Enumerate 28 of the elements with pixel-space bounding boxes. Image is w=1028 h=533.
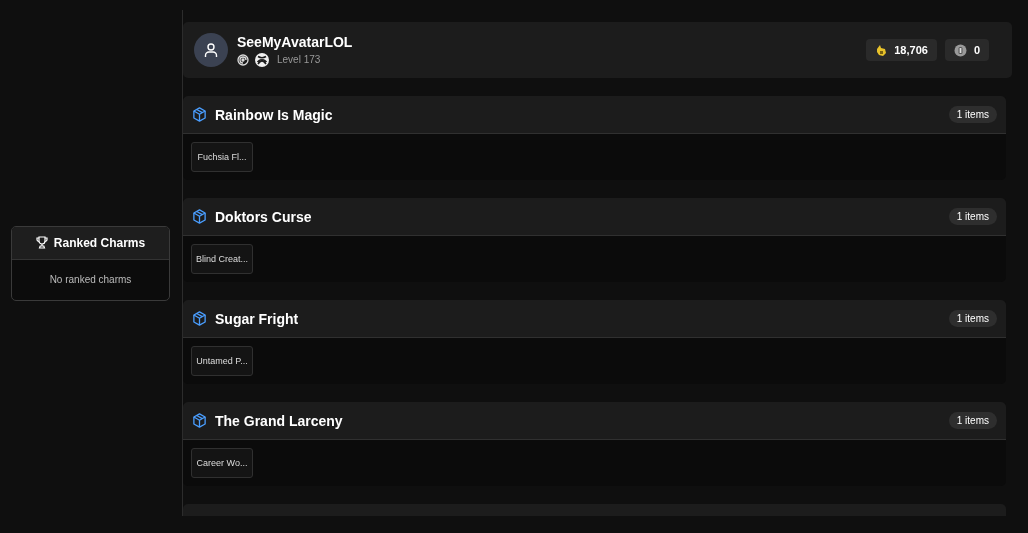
hand-icon bbox=[875, 43, 888, 57]
collection-title: Sugar Fright bbox=[215, 310, 299, 327]
trophy-icon bbox=[35, 236, 48, 249]
charm-item[interactable]: Blind Creat... bbox=[191, 244, 253, 274]
panel-title: Ranked Charms bbox=[53, 235, 146, 250]
cube-icon bbox=[192, 311, 207, 326]
cube-icon bbox=[192, 413, 207, 428]
item-count: 1 items bbox=[948, 106, 997, 123]
collection-title: Doktors Curse bbox=[215, 208, 312, 225]
collection-title: Rainbow Is Magic bbox=[215, 106, 333, 123]
charm-item[interactable]: Untamed P... bbox=[191, 346, 253, 376]
charm-item[interactable]: Fuchsia Fl... bbox=[191, 142, 253, 172]
coin-icon bbox=[953, 43, 967, 57]
swirl-icon bbox=[237, 53, 249, 66]
user-icon bbox=[203, 42, 219, 58]
cube-icon bbox=[192, 209, 207, 224]
item-count: 1 items bbox=[948, 208, 997, 225]
player-level: Level 173 bbox=[277, 54, 321, 65]
currency-badge: 18,706 bbox=[866, 39, 937, 61]
item-count: 1 items bbox=[948, 310, 997, 327]
collection-title: The Grand Larceny bbox=[215, 412, 343, 429]
charm-item[interactable]: Career Wo... bbox=[191, 448, 253, 478]
currency-badge: 0 bbox=[944, 39, 989, 61]
username: SeeMyAvatarLOL bbox=[237, 33, 353, 50]
empty-message: No ranked charms bbox=[48, 272, 133, 287]
xbox-icon bbox=[255, 52, 269, 67]
item-count: 1 items bbox=[948, 412, 997, 429]
cube-icon bbox=[192, 107, 207, 122]
